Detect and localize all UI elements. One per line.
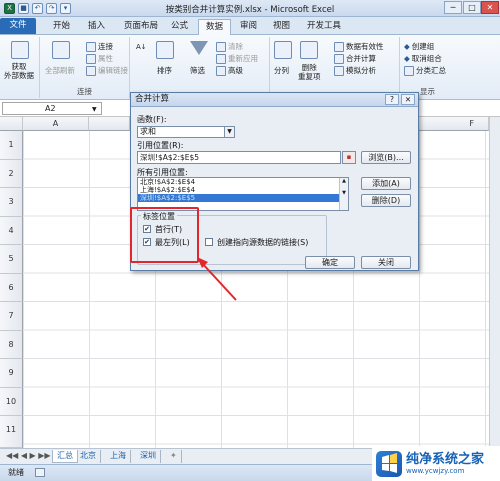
- watermark-main-text: 纯净系统之家: [406, 451, 485, 467]
- watermark-logo-graphic: [382, 452, 397, 473]
- watermark-logo-icon: [376, 450, 402, 477]
- watermark-text: 纯净系统之家 www.ycwjzy.com: [406, 452, 484, 476]
- watermark-url: www.ycwjzy.com: [406, 466, 465, 475]
- annotation-arrow-line: [200, 261, 237, 301]
- site-watermark: 纯净系统之家 www.ycwjzy.com: [372, 446, 500, 481]
- annotation-arrow: [197, 257, 237, 301]
